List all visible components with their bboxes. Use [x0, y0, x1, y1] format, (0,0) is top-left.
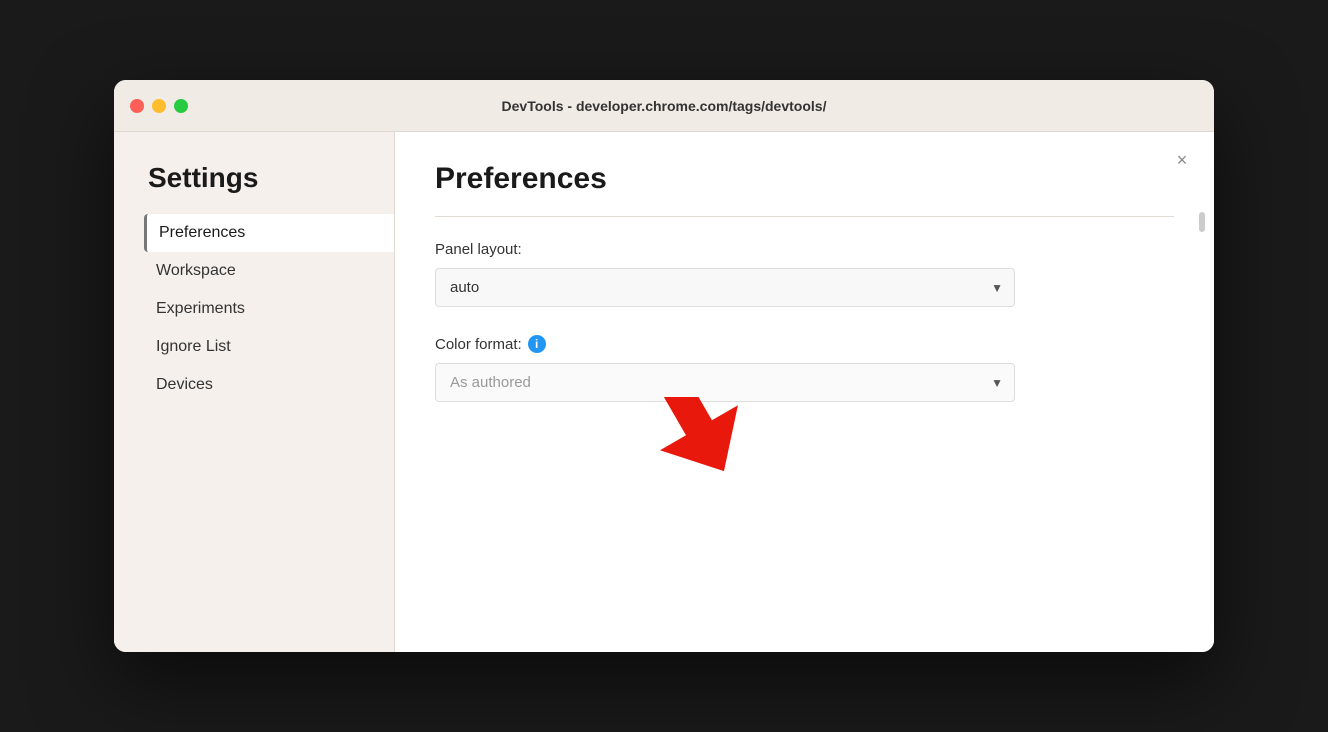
arrow-annotation [555, 397, 755, 532]
sidebar-item-preferences[interactable]: Preferences [144, 214, 394, 252]
maximize-window-button[interactable] [174, 99, 188, 113]
sidebar-item-devices[interactable]: Devices [144, 366, 394, 404]
close-dialog-button[interactable]: × [1170, 148, 1194, 172]
main-content: × Preferences Panel layout: auto horizon… [394, 132, 1214, 652]
sidebar-item-experiments[interactable]: Experiments [144, 290, 394, 328]
panel-layout-group: Panel layout: auto horizontal vertical ▼ [435, 241, 1174, 307]
close-window-button[interactable] [130, 99, 144, 113]
panel-layout-select[interactable]: auto horizontal vertical [435, 268, 1015, 307]
sidebar-item-workspace[interactable]: Workspace [144, 252, 394, 290]
section-divider [435, 216, 1174, 217]
titlebar-title: DevTools - developer.chrome.com/tags/dev… [502, 98, 827, 114]
color-format-select[interactable]: As authored HEX RGB HSL [435, 363, 1015, 402]
page-title: Preferences [435, 162, 1174, 196]
minimize-window-button[interactable] [152, 99, 166, 113]
color-format-label-text: Color format: [435, 336, 522, 353]
settings-dialog: Settings Preferences Workspace Experimen… [114, 132, 1214, 652]
browser-window: DevTools - developer.chrome.com/tags/dev… [114, 80, 1214, 652]
settings-title: Settings [144, 162, 394, 194]
traffic-lights [130, 99, 188, 113]
color-format-label: Color format: i [435, 335, 1174, 353]
panel-layout-label: Panel layout: [435, 241, 1174, 258]
sidebar: Settings Preferences Workspace Experimen… [114, 132, 394, 652]
sidebar-nav: Preferences Workspace Experiments Ignore… [144, 214, 394, 404]
sidebar-item-ignore-list[interactable]: Ignore List [144, 328, 394, 366]
color-format-group: Color format: i As authored HEX RGB HSL … [435, 335, 1174, 402]
info-icon[interactable]: i [528, 335, 546, 353]
titlebar: DevTools - developer.chrome.com/tags/dev… [114, 80, 1214, 132]
scrollbar-thumb [1199, 212, 1205, 232]
scrollbar-track[interactable] [1198, 212, 1206, 512]
panel-layout-select-wrapper: auto horizontal vertical ▼ [435, 268, 1015, 307]
color-format-select-wrapper: As authored HEX RGB HSL ▼ [435, 363, 1015, 402]
